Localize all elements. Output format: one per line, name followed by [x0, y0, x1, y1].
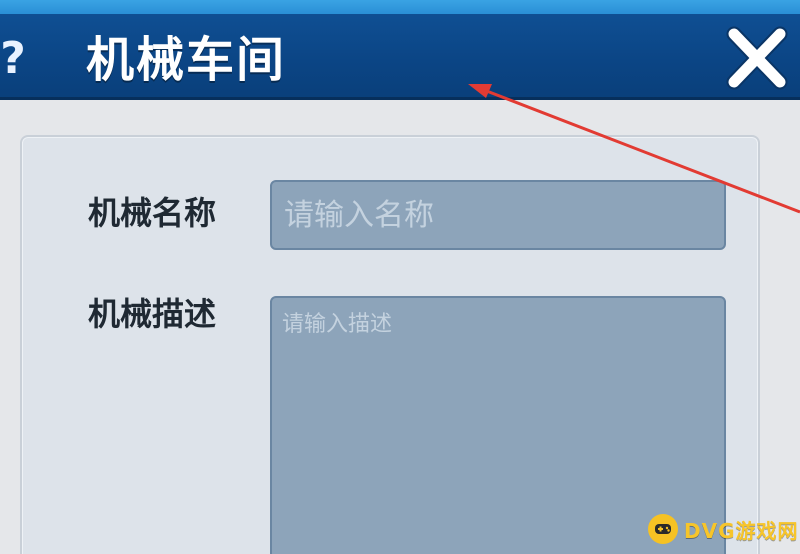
dialog-title: 机械车间 [86, 32, 287, 88]
close-button[interactable] [722, 24, 792, 92]
dialog-titlebar: ? 机械车间 [0, 14, 800, 100]
machine-name-input[interactable] [270, 180, 726, 250]
help-icon[interactable]: ? [0, 34, 30, 84]
close-icon [726, 26, 788, 90]
top-strip [0, 0, 800, 14]
machine-description-label: 机械描述 [88, 295, 217, 333]
game-dialog-screen: ? 机械车间 机械名称 机械描述 DVG [0, 0, 800, 554]
machine-name-label: 机械名称 [88, 194, 217, 232]
watermark-text: DVG游戏网 [684, 518, 799, 543]
watermark: DVG游戏网 [648, 512, 799, 546]
gamepad-icon [648, 514, 678, 544]
